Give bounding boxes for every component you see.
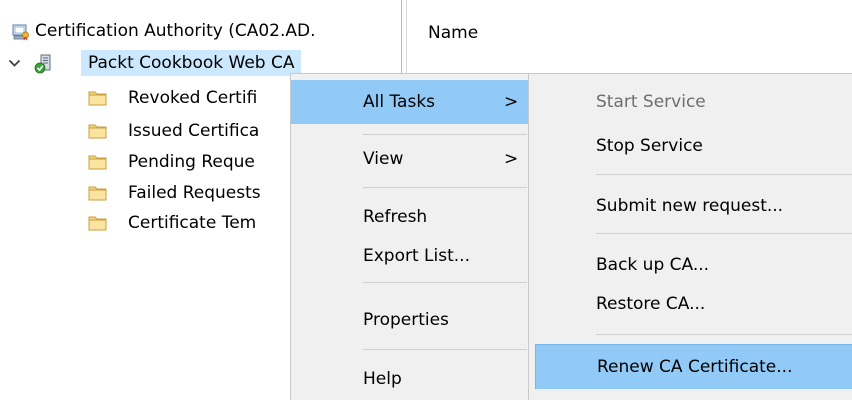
menu-item-renew-ca-certificate[interactable]: Renew CA Certificate... — [535, 344, 852, 389]
menu-item-view[interactable]: View > — [291, 137, 531, 181]
menu-separator — [363, 349, 527, 350]
menu-item-label: All Tasks — [363, 92, 436, 112]
menu-separator — [363, 187, 527, 188]
menu-item-properties[interactable]: Properties — [291, 298, 531, 342]
tree-node-label: Packt Cookbook Web CA — [81, 50, 301, 76]
menu-item-start-service[interactable]: Start Service — [529, 80, 852, 124]
menu-item-label: Properties — [363, 310, 449, 330]
mmc-window: Certification Authority (CA02.AD. Packt … — [0, 0, 852, 400]
menu-item-label: View — [363, 149, 404, 169]
menu-separator — [363, 282, 527, 283]
menu-item-label: Renew CA Certificate... — [597, 357, 793, 377]
pane-splitter[interactable] — [401, 0, 402, 80]
menu-separator — [596, 334, 852, 335]
chevron-right-icon: > — [504, 149, 519, 169]
menu-item-help[interactable]: Help — [291, 357, 531, 400]
tree-node-label: Issued Certifica — [128, 121, 260, 141]
menu-item-export-list[interactable]: Export List... — [291, 234, 531, 278]
menu-item-label: Refresh — [363, 207, 428, 227]
menu-item-stop-service[interactable]: Stop Service — [529, 124, 852, 168]
tree-node-label: Certificate Tem — [128, 213, 257, 233]
menu-item-label: Back up CA... — [596, 255, 710, 275]
menu-item-refresh[interactable]: Refresh — [291, 195, 531, 239]
folder-icon — [88, 216, 107, 231]
menu-item-restore-ca[interactable]: Restore CA... — [529, 282, 852, 326]
tree-node-label: Certification Authority (CA02.AD. — [35, 21, 316, 41]
menu-separator — [596, 174, 852, 175]
name-column-header[interactable]: Name — [428, 20, 478, 46]
menu-separator — [596, 233, 852, 234]
menu-item-label: Help — [363, 369, 402, 389]
certificate-authority-icon — [12, 24, 29, 41]
folder-icon — [88, 91, 107, 106]
menu-item-submit-new-request[interactable]: Submit new request... — [529, 184, 852, 228]
chevron-right-icon: > — [504, 92, 519, 112]
menu-item-label: Restore CA... — [596, 294, 706, 314]
menu-item-label: Export List... — [363, 246, 470, 266]
context-menu: All Tasks > View > Refresh Export List..… — [290, 73, 532, 400]
menu-item-label: Start Service — [596, 92, 706, 112]
tree-node-label: Revoked Certifi — [128, 88, 258, 108]
menu-item-back-up-ca[interactable]: Back up CA... — [529, 243, 852, 287]
column-divider — [406, 0, 407, 80]
menu-separator — [363, 134, 527, 135]
folder-icon — [88, 124, 107, 139]
menu-item-label: Submit new request... — [596, 196, 784, 216]
tree-node-label: Failed Requests — [128, 183, 261, 203]
folder-icon — [88, 155, 107, 170]
folder-icon — [88, 186, 107, 201]
all-tasks-submenu: Start Service Stop Service Submit new re… — [528, 73, 852, 400]
menu-item-all-tasks[interactable]: All Tasks > — [291, 80, 531, 124]
ca-server-icon — [34, 54, 51, 74]
tree-node-label: Pending Reque — [128, 152, 255, 172]
menu-item-label: Stop Service — [596, 136, 703, 156]
chevron-down-icon[interactable] — [8, 59, 21, 68]
